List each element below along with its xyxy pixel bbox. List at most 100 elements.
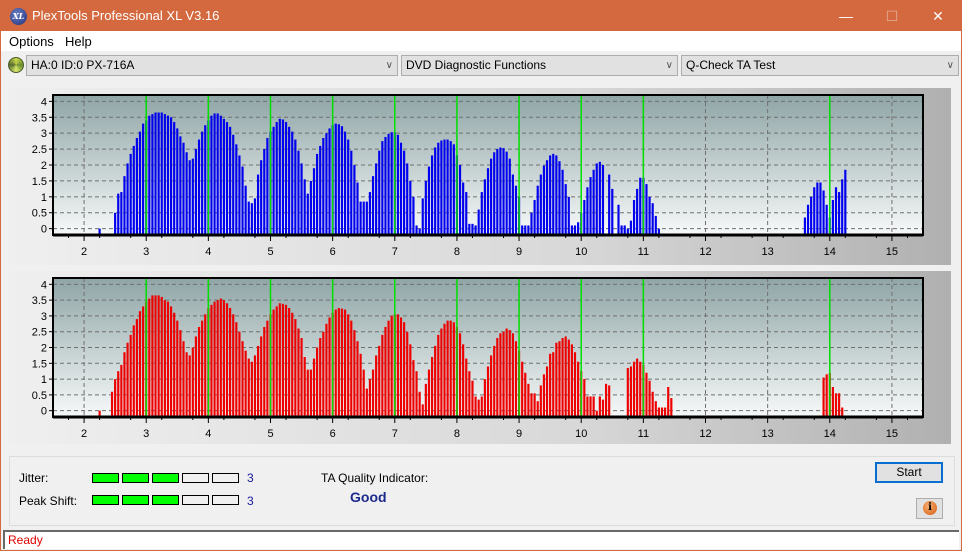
histogram-bar — [505, 328, 508, 417]
histogram-bar — [440, 140, 443, 235]
histogram-bar — [530, 212, 533, 235]
histogram-bar — [241, 341, 244, 417]
histogram-bar — [443, 139, 446, 235]
function-group-select[interactable]: DVD Diagnostic Functions ∨ — [401, 55, 678, 76]
histogram-bar — [545, 366, 549, 417]
app-logo-icon: XL — [10, 8, 27, 25]
histogram-bar — [353, 330, 356, 417]
histogram-bar — [222, 118, 225, 235]
histogram-bar — [132, 145, 135, 235]
histogram-bar — [570, 344, 573, 417]
histogram-bar — [123, 352, 126, 417]
y-tick-label: 2.5 — [32, 327, 47, 339]
histogram-bar — [362, 201, 365, 235]
histogram-bar — [151, 114, 154, 235]
histogram-bar — [412, 360, 415, 417]
y-tick-label: 2 — [41, 343, 47, 355]
histogram-bar — [322, 331, 325, 417]
histogram-bar — [527, 383, 530, 417]
jitter-meter-segment — [182, 473, 209, 483]
minimize-button[interactable]: — — [823, 1, 869, 31]
histogram-bar — [272, 126, 275, 235]
y-tick-label: 3.5 — [32, 295, 47, 307]
menu-help[interactable]: Help — [65, 34, 92, 49]
histogram-bar — [142, 123, 145, 235]
y-tick-label: 4 — [41, 96, 47, 108]
maximize-button[interactable]: ☐ — [869, 1, 915, 31]
histogram-bar — [197, 139, 201, 235]
y-tick-label: 0 — [41, 224, 47, 236]
histogram-bar — [480, 192, 483, 235]
histogram-bar — [440, 328, 443, 417]
histogram-bar — [210, 304, 213, 417]
drive-select[interactable]: HA:0 ID:0 PX-716A ∨ — [26, 55, 398, 76]
histogram-bar — [421, 404, 424, 417]
histogram-bar — [142, 306, 145, 417]
histogram-bar — [132, 325, 135, 417]
menu-options[interactable]: Options — [9, 34, 54, 49]
histogram-bar — [381, 141, 384, 235]
info-button[interactable]: i — [916, 498, 943, 519]
histogram-bar — [403, 150, 406, 235]
histogram-bar — [418, 391, 421, 417]
histogram-bar — [197, 326, 201, 417]
histogram-bar — [480, 396, 483, 417]
histogram-bar — [281, 119, 285, 235]
histogram-bar — [831, 200, 834, 235]
histogram-bar — [235, 322, 238, 417]
start-button[interactable]: Start — [875, 462, 943, 483]
jitter-meter-segment — [92, 473, 119, 483]
histogram-bar — [138, 311, 142, 417]
histogram-bar — [483, 379, 486, 417]
histogram-bar — [508, 330, 511, 417]
histogram-bar — [371, 176, 375, 235]
histogram-bar — [263, 149, 266, 235]
histogram-bar — [477, 399, 480, 417]
histogram-bar — [114, 212, 117, 235]
histogram-bar — [225, 303, 229, 417]
histogram-bar — [601, 399, 605, 417]
histogram-bar — [490, 158, 493, 235]
histogram-bar — [334, 309, 337, 417]
histogram-bar — [816, 182, 819, 235]
histogram-bar — [319, 338, 322, 417]
histogram-bar — [561, 169, 564, 235]
histogram-bar — [493, 345, 496, 417]
histogram-bar — [496, 149, 499, 235]
histogram-bar — [359, 353, 362, 417]
histogram-bar — [157, 112, 160, 235]
histogram-bar — [340, 126, 344, 235]
histogram-bar — [586, 396, 589, 417]
histogram-bar — [325, 133, 328, 235]
histogram-bar — [533, 200, 536, 235]
histogram-bar — [368, 379, 372, 417]
x-tick-label: 4 — [205, 246, 211, 258]
histogram-bar — [458, 165, 462, 235]
histogram-bar — [521, 361, 524, 417]
y-tick-label: 4 — [41, 279, 47, 291]
title-bar[interactable]: XL PlexTools Professional XL V3.16 — ☐ ✕ — [1, 1, 961, 31]
histogram-bar — [834, 187, 838, 235]
peak-shift-label: Peak Shift: — [19, 494, 78, 508]
histogram-bar — [502, 331, 505, 417]
histogram-bar — [253, 355, 257, 417]
x-tick-label: 4 — [205, 428, 211, 440]
test-select[interactable]: Q-Check TA Test ∨ — [681, 55, 959, 76]
histogram-bar — [424, 383, 427, 417]
histogram-bar — [350, 150, 353, 235]
histogram-bar — [229, 308, 232, 417]
histogram-bar — [430, 356, 434, 417]
histogram-bar — [281, 303, 285, 417]
top-histogram-chart: 0 0.5 1 1.5 2 2.5 3 3.5 4 2 3 4 5 6 7 8 9 10 11 12 13 14 15 — [32, 94, 924, 258]
close-button[interactable]: ✕ — [915, 1, 961, 31]
peak-shift-value: 3 — [247, 494, 254, 508]
histogram-bar — [322, 137, 325, 235]
x-tick-label: 7 — [392, 428, 398, 440]
histogram-bar — [194, 336, 198, 417]
histogram-bar — [328, 128, 331, 235]
histogram-bar — [555, 155, 558, 235]
histogram-bar — [490, 355, 493, 417]
disc-icon — [8, 57, 24, 73]
histogram-bar — [260, 160, 263, 235]
histogram-bar — [191, 158, 194, 235]
